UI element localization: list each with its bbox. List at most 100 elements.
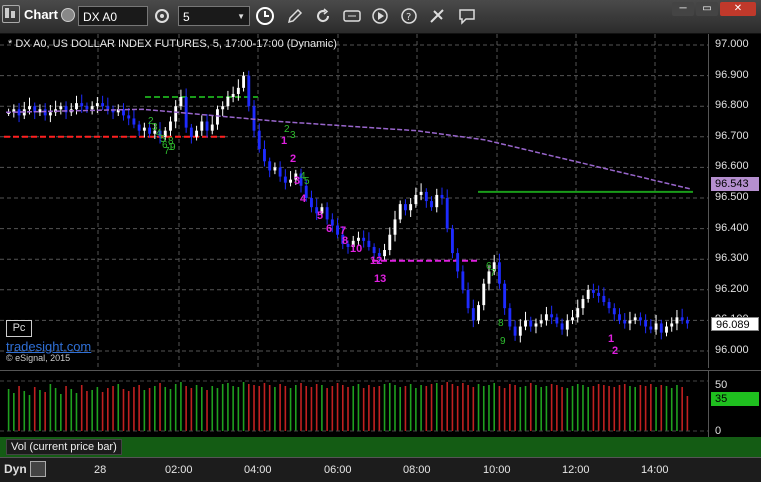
- volume-bar: [133, 387, 135, 431]
- volume-bar: [122, 389, 125, 431]
- volume-bar: [529, 383, 532, 431]
- volume-bar: [456, 386, 459, 431]
- candle-body: [95, 103, 99, 107]
- maximize-button[interactable]: ▭: [696, 2, 718, 16]
- candle-body: [461, 271, 465, 290]
- ma-price-tag: 96.543: [711, 177, 759, 191]
- interval-select[interactable]: 5 ▼: [178, 6, 250, 26]
- volume-bar: [399, 387, 402, 431]
- setup-count-label: 3: [290, 130, 296, 141]
- volume-bar: [174, 384, 177, 431]
- close-button[interactable]: ✕: [720, 2, 756, 16]
- refresh-icon[interactable]: [312, 5, 334, 27]
- volume-bar: [65, 386, 67, 431]
- volume-bar: [373, 387, 375, 431]
- candle-body: [576, 308, 580, 318]
- volume-bar: [644, 386, 647, 431]
- volume-bar: [493, 383, 495, 431]
- minimize-button[interactable]: ─: [672, 2, 694, 16]
- time-icon[interactable]: [254, 5, 276, 27]
- svg-text:?: ?: [406, 12, 411, 23]
- volume-bar: [23, 391, 26, 431]
- help-icon[interactable]: ?: [398, 5, 420, 27]
- candle-body: [597, 292, 601, 296]
- price-chart[interactable]: 123456 781012131223456789123456789: [0, 34, 708, 368]
- volume-bar: [603, 385, 605, 431]
- candle-body: [268, 161, 272, 171]
- volume-bar: [352, 386, 355, 431]
- candle-body: [477, 305, 480, 321]
- candle-body: [497, 262, 501, 284]
- volume-bar: [127, 391, 130, 431]
- volume-bar: [294, 385, 297, 431]
- candle-body: [628, 320, 632, 324]
- volume-bar: [44, 392, 46, 431]
- volume-study-label[interactable]: Vol (current price bar): [6, 439, 122, 455]
- candle-body: [28, 106, 31, 110]
- cycle-icon[interactable]: [151, 5, 173, 27]
- candle-body: [450, 228, 454, 254]
- volume-bar: [201, 387, 203, 431]
- chart-header: * DX A0, US DOLLAR INDEX FUTURES, 5, 17:…: [8, 38, 337, 50]
- candle-body: [670, 323, 674, 327]
- watermark-link[interactable]: tradesight.com: [6, 339, 91, 354]
- volume-bar: [154, 386, 156, 431]
- candle-body: [513, 326, 517, 336]
- candle-body: [409, 204, 413, 211]
- volume-chart[interactable]: [0, 371, 708, 439]
- volume-bar: [425, 386, 428, 431]
- price-axis[interactable]: 97.000 96.900 96.800 96.700 96.600 96.500 96.4…: [708, 34, 761, 368]
- candle-body: [210, 124, 214, 131]
- volume-bar: [368, 385, 370, 431]
- volume-bar: [227, 383, 229, 431]
- y-tick-label: 96.400: [715, 221, 749, 234]
- volume-bar: [289, 388, 292, 431]
- vol-value-tag: 35: [711, 392, 759, 406]
- play-icon[interactable]: [369, 5, 391, 27]
- volume-bar: [462, 383, 464, 431]
- link-icon[interactable]: [426, 5, 448, 27]
- td-count-label: 12: [370, 255, 382, 267]
- menu-icon[interactable]: [61, 8, 75, 22]
- volume-bar: [28, 395, 31, 431]
- pc-badge[interactable]: Pc: [6, 320, 32, 337]
- note-icon[interactable]: [456, 5, 478, 27]
- volume-bar: [613, 387, 616, 431]
- volume-bar: [514, 385, 516, 431]
- volume-bar: [206, 390, 208, 431]
- volume-bar: [80, 385, 83, 431]
- symbol-input[interactable]: DX A0: [78, 6, 148, 26]
- candle-body: [555, 317, 559, 324]
- setup-count-label: 1: [168, 142, 174, 153]
- dyn-label[interactable]: Dyn: [4, 462, 27, 476]
- volume-bar: [524, 386, 527, 431]
- volume-bar: [232, 386, 234, 431]
- x-tick-label: 04:00: [244, 464, 272, 476]
- settings-icon[interactable]: [341, 5, 363, 27]
- volume-bar: [435, 383, 438, 431]
- candle-body: [205, 121, 209, 131]
- td-count-label: 10: [350, 243, 362, 255]
- y-tick-label: 96.300: [715, 252, 749, 265]
- candle-body: [623, 320, 627, 324]
- candle-body: [43, 109, 47, 116]
- time-axis[interactable]: Dyn 28 02:00 04:00 06:00 08:00 10:00 12:00 14:0…: [0, 457, 761, 482]
- vol-tick-label: 0: [715, 425, 722, 437]
- price-panel[interactable]: 1 2 3 4 5 6 7 8 10 12 13 1 2 2 3 4 5 6 7 8 9 1 2 3 4 5 6 7 8 9: [0, 34, 708, 368]
- volume-bar: [39, 390, 41, 431]
- volume-bar: [96, 387, 99, 431]
- volume-bar: [107, 388, 109, 431]
- scale-icon[interactable]: [30, 461, 46, 477]
- candle-body: [247, 75, 251, 107]
- vol-tick-label: 50: [715, 379, 728, 391]
- y-tick-label: 96.900: [715, 68, 749, 81]
- pencil-icon[interactable]: [284, 5, 306, 27]
- volume-bar: [670, 388, 673, 431]
- volume-bar: [331, 386, 334, 431]
- volume-bar: [482, 386, 485, 431]
- volume-panel[interactable]: [0, 370, 708, 439]
- y-tick-label: 97.000: [715, 38, 749, 50]
- volume-bar: [655, 387, 657, 431]
- volume-bar: [409, 384, 412, 431]
- candle-body: [403, 204, 407, 211]
